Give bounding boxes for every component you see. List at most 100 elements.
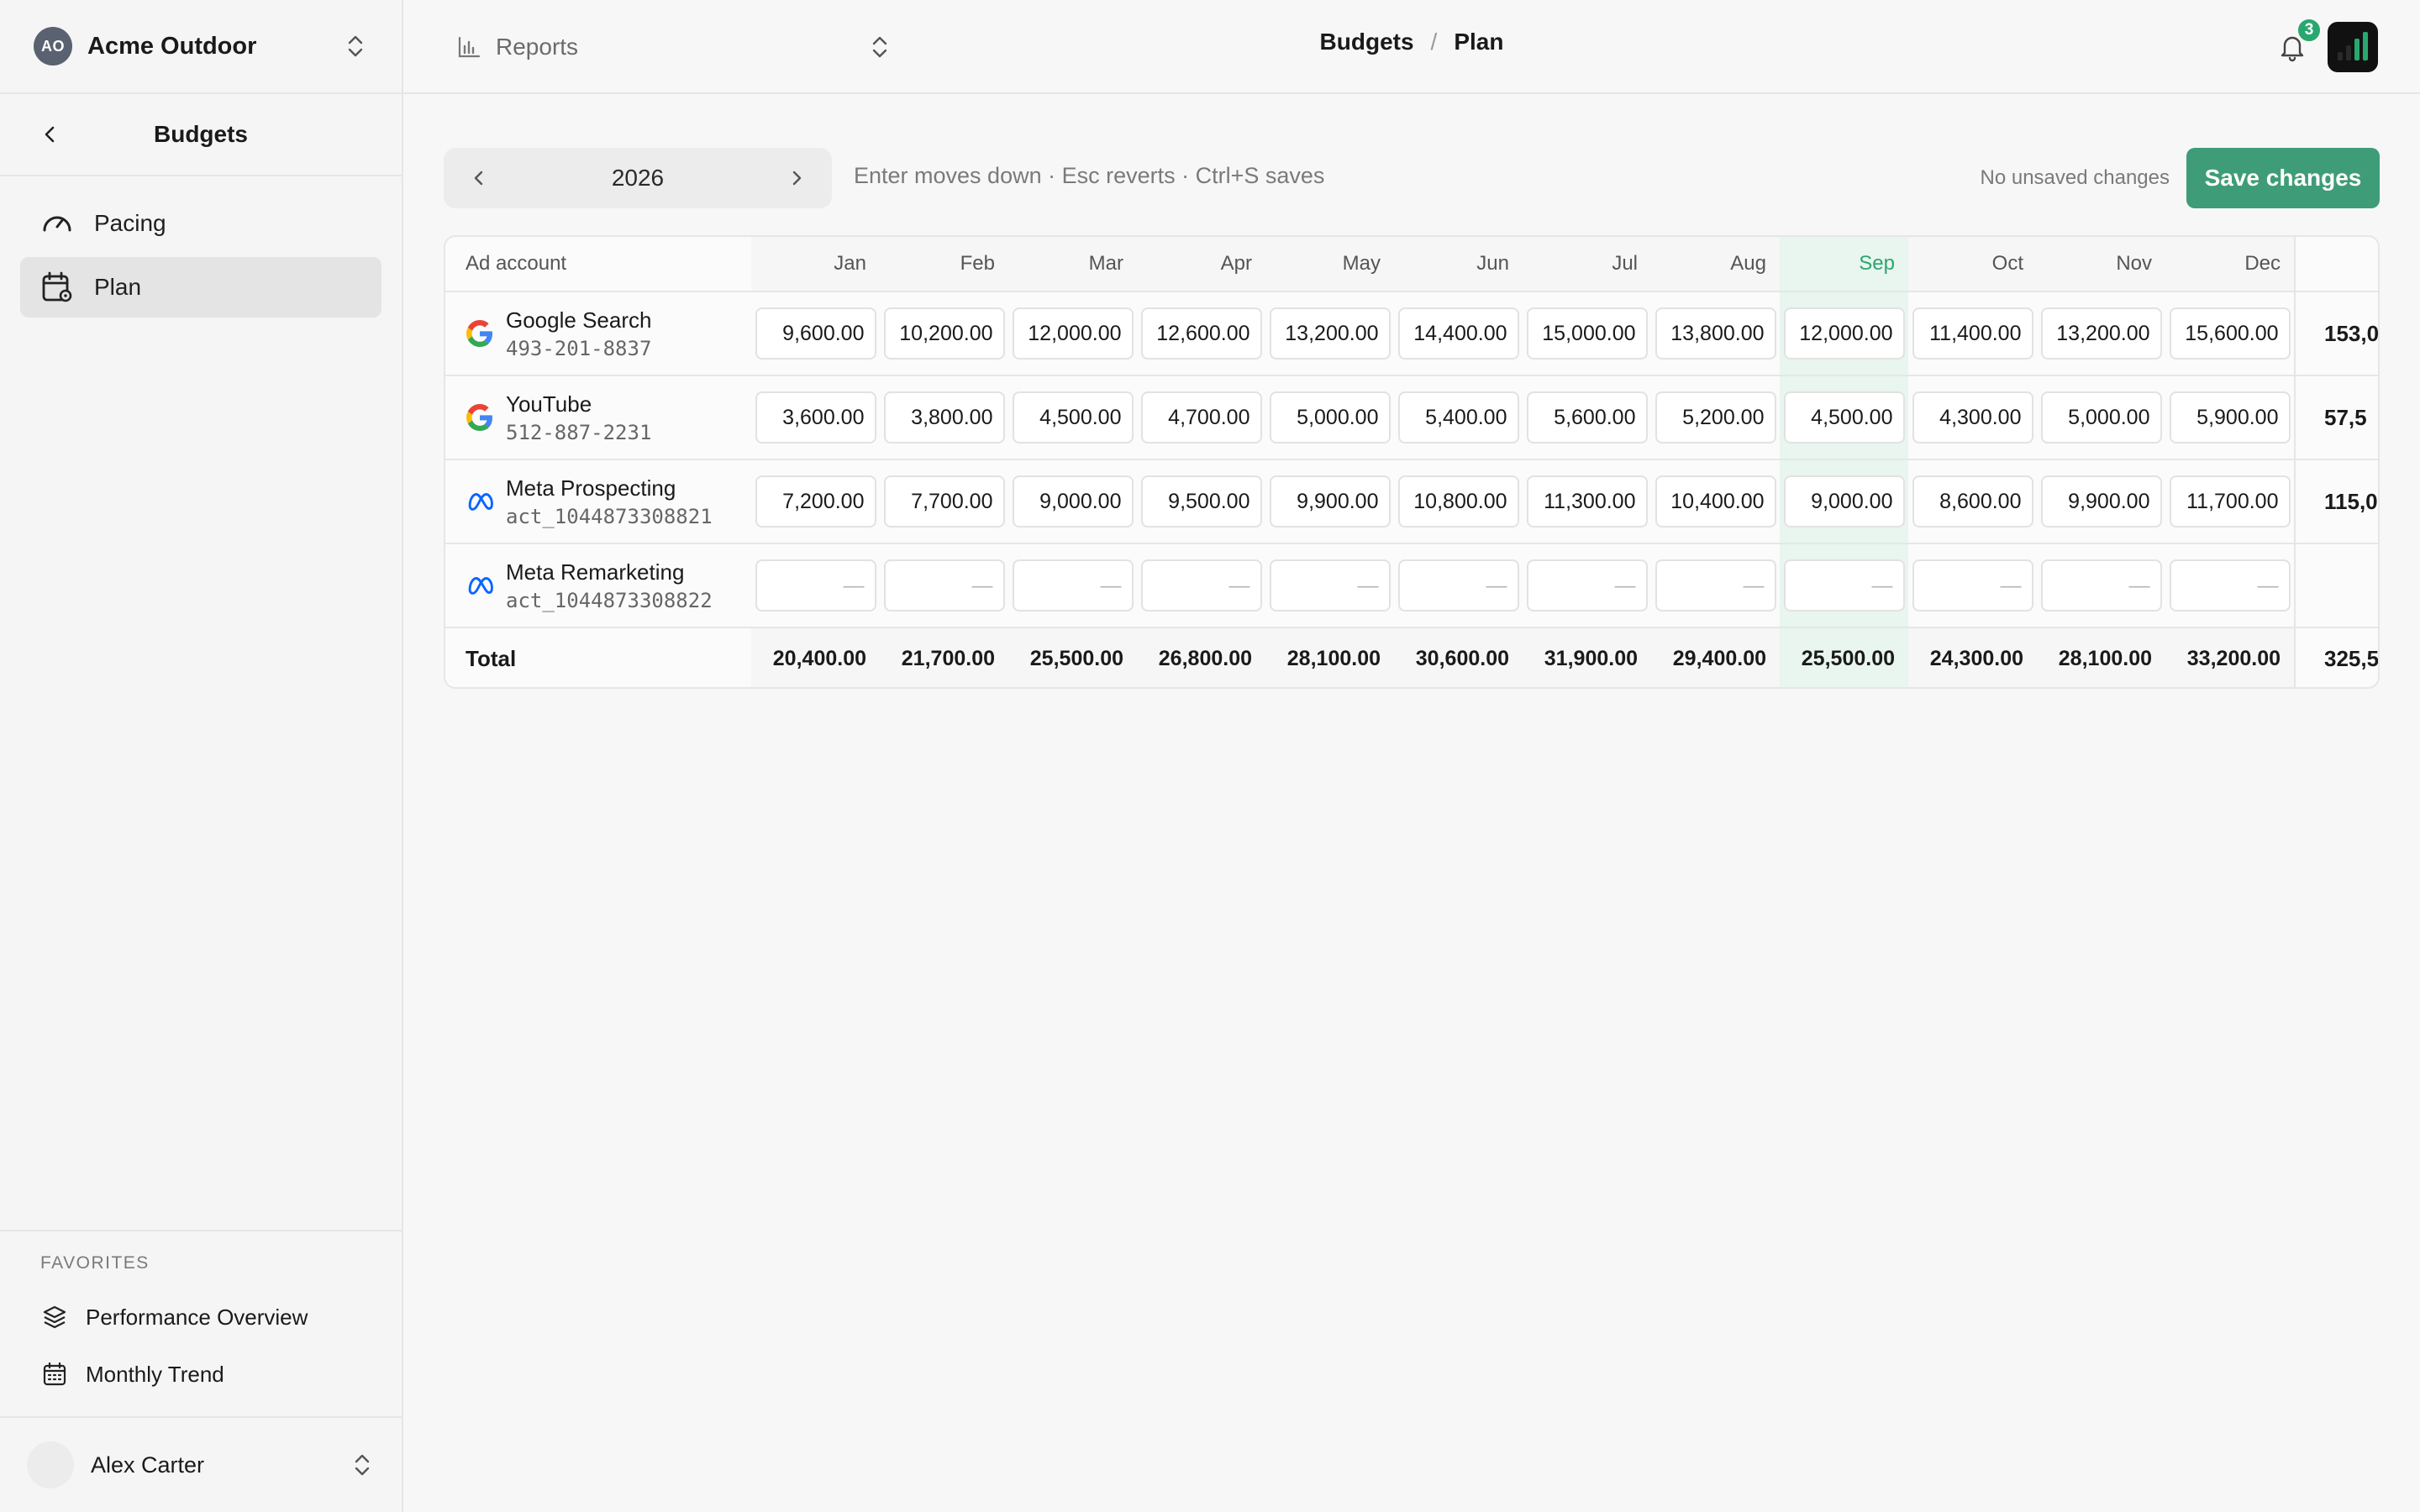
reports-switcher[interactable]: Reports — [455, 29, 892, 66]
budget-input-feb[interactable] — [883, 559, 1005, 612]
budget-input-may[interactable] — [1269, 475, 1391, 528]
budget-input-mar[interactable] — [1012, 559, 1134, 612]
budget-input-sep[interactable] — [1783, 391, 1905, 444]
budget-input-oct[interactable] — [1912, 391, 2033, 444]
app-logo[interactable] — [2328, 22, 2378, 72]
budget-input-dec[interactable] — [2169, 307, 2291, 360]
save-button[interactable]: Save changes — [2186, 148, 2380, 208]
budget-input-aug[interactable] — [1655, 475, 1776, 528]
budget-input-feb[interactable] — [883, 391, 1005, 444]
column-header-total — [2294, 237, 2378, 291]
column-header-feb[interactable]: Feb — [880, 237, 1008, 291]
prev-year-button[interactable] — [460, 160, 497, 197]
budget-input-feb[interactable] — [883, 307, 1005, 360]
budget-input-sep[interactable] — [1783, 559, 1905, 612]
month-cell — [1780, 376, 1908, 459]
budget-input-feb[interactable] — [883, 475, 1005, 528]
chevron-updown-icon[interactable] — [343, 34, 368, 59]
month-cell — [1265, 460, 1394, 543]
breadcrumb-budgets[interactable]: Budgets — [1320, 29, 1414, 55]
account-id: act_1044873308822 — [506, 588, 713, 612]
budget-input-jul[interactable] — [1526, 475, 1648, 528]
month-cell — [1008, 544, 1137, 627]
sidebar-item-label: Pacing — [94, 210, 166, 236]
budget-input-sep[interactable] — [1783, 307, 1905, 360]
budget-input-dec[interactable] — [2169, 391, 2291, 444]
budget-input-aug[interactable] — [1655, 559, 1776, 612]
budget-input-nov[interactable] — [2040, 475, 2162, 528]
org-switcher[interactable]: AO Acme Outdoor — [0, 0, 402, 94]
budget-input-jan[interactable] — [755, 307, 876, 360]
budget-input-oct[interactable] — [1912, 559, 2033, 612]
month-cell — [2165, 376, 2294, 459]
column-header-jun[interactable]: Jun — [1394, 237, 1523, 291]
budget-input-jun[interactable] — [1397, 307, 1519, 360]
column-header-jan[interactable]: Jan — [751, 237, 880, 291]
budget-input-jun[interactable] — [1397, 391, 1519, 444]
budget-input-jan[interactable] — [755, 559, 876, 612]
user-menu[interactable]: Alex Carter — [0, 1416, 402, 1512]
budget-input-jun[interactable] — [1397, 475, 1519, 528]
table-row: YouTube 512-887-2231 57,5 — [445, 376, 2378, 460]
budget-input-sep[interactable] — [1783, 475, 1905, 528]
column-header-mar[interactable]: Mar — [1008, 237, 1137, 291]
column-header-dec[interactable]: Dec — [2165, 237, 2294, 291]
account-name: Meta Prospecting — [506, 475, 676, 501]
column-header-aug[interactable]: Aug — [1651, 237, 1780, 291]
budget-input-jul[interactable] — [1526, 391, 1648, 444]
month-cell — [1265, 544, 1394, 627]
budget-input-aug[interactable] — [1655, 307, 1776, 360]
back-arrow-icon[interactable] — [34, 118, 67, 151]
budget-input-oct[interactable] — [1912, 307, 2033, 360]
column-header-apr[interactable]: Apr — [1137, 237, 1265, 291]
budget-input-mar[interactable] — [1012, 307, 1134, 360]
column-header-nov[interactable]: Nov — [2037, 237, 2165, 291]
budget-input-apr[interactable] — [1140, 475, 1262, 528]
budget-input-jul[interactable] — [1526, 307, 1648, 360]
account-name: Google Search — [506, 307, 652, 333]
sidebar-item-plan[interactable]: Plan — [20, 257, 381, 318]
month-cell — [1908, 292, 2037, 375]
column-header-may[interactable]: May — [1265, 237, 1394, 291]
notifications-button[interactable]: 3 — [2274, 17, 2323, 66]
month-cell — [1651, 460, 1780, 543]
column-header-jul[interactable]: Jul — [1523, 237, 1651, 291]
favorite-performance-overview[interactable]: Performance Overview — [0, 1289, 402, 1346]
calendar-settings-icon — [39, 269, 76, 306]
budget-input-apr[interactable] — [1140, 559, 1262, 612]
column-header-sep[interactable]: Sep — [1780, 237, 1908, 291]
unsaved-status: No unsaved changes — [1980, 166, 2170, 189]
budget-input-aug[interactable] — [1655, 391, 1776, 444]
budget-input-jun[interactable] — [1397, 559, 1519, 612]
next-year-button[interactable] — [778, 160, 815, 197]
budget-input-may[interactable] — [1269, 391, 1391, 444]
budget-input-mar[interactable] — [1012, 475, 1134, 528]
budget-input-apr[interactable] — [1140, 307, 1262, 360]
month-cell — [1908, 376, 2037, 459]
budget-input-nov[interactable] — [2040, 391, 2162, 444]
budget-input-jul[interactable] — [1526, 559, 1648, 612]
budget-input-apr[interactable] — [1140, 391, 1262, 444]
calendar-icon — [40, 1360, 69, 1389]
chevron-updown-icon[interactable] — [350, 1452, 375, 1478]
google-logo-icon — [466, 403, 494, 432]
month-cell — [1908, 460, 2037, 543]
column-header-oct[interactable]: Oct — [1908, 237, 2037, 291]
budget-input-nov[interactable] — [2040, 307, 2162, 360]
budget-input-dec[interactable] — [2169, 475, 2291, 528]
budget-input-oct[interactable] — [1912, 475, 2033, 528]
layers-icon — [40, 1303, 69, 1331]
budget-input-jan[interactable] — [755, 475, 876, 528]
budget-input-may[interactable] — [1269, 307, 1391, 360]
chevron-updown-icon[interactable] — [867, 34, 892, 60]
month-total: 20,400.00 — [751, 628, 880, 687]
sidebar-item-pacing[interactable]: Pacing — [20, 193, 381, 254]
budget-input-mar[interactable] — [1012, 391, 1134, 444]
budget-input-may[interactable] — [1269, 559, 1391, 612]
budget-input-nov[interactable] — [2040, 559, 2162, 612]
budget-input-jan[interactable] — [755, 391, 876, 444]
row-total: 153,0 — [2294, 292, 2378, 375]
favorite-monthly-trend[interactable]: Monthly Trend — [0, 1346, 402, 1403]
budget-input-dec[interactable] — [2169, 559, 2291, 612]
month-total: 33,200.00 — [2165, 628, 2294, 687]
